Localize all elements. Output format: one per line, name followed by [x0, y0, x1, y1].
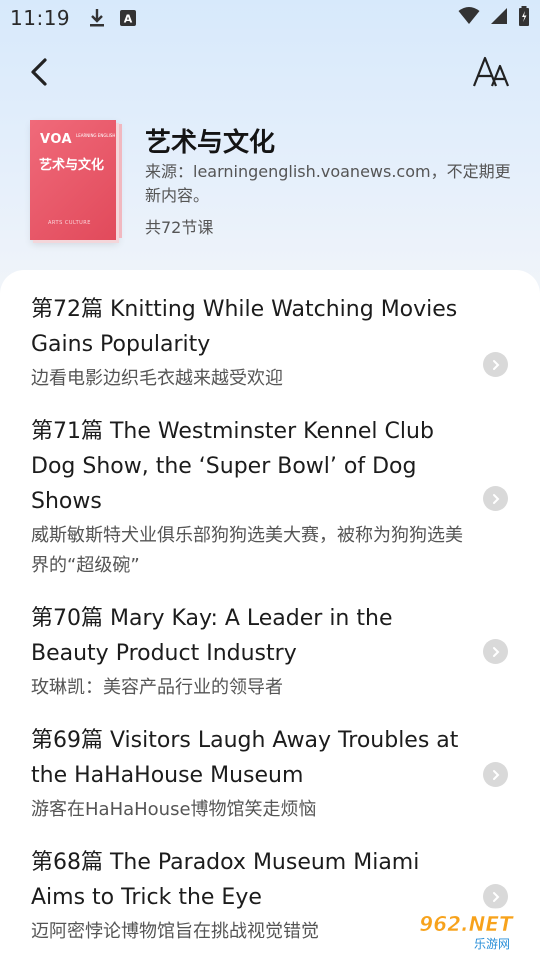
watermark-text: 乐游网: [474, 937, 510, 951]
wifi-icon: [458, 7, 480, 24]
course-title: 艺术与文化: [145, 128, 276, 158]
lesson-title: 第69篇 Visitors Laugh Away Troubles at the…: [31, 728, 459, 788]
lesson-list: 第72篇 Knitting While Watching Movies Gain…: [0, 270, 540, 960]
watermark-logo-text: 962.NET: [419, 912, 514, 936]
download-icon: [90, 9, 105, 27]
chevron-right-icon: [483, 884, 508, 909]
status-bar: 11:19 A: [0, 0, 540, 36]
signal-icon: [491, 8, 507, 24]
chevron-right-icon: [483, 762, 508, 787]
cover-subtitle: ARTS CULTURE: [48, 220, 91, 226]
font-a-icon: A: [120, 10, 137, 26]
lesson-title: 第71篇 The Westminster Kennel Club Dog Sho…: [31, 419, 434, 514]
lesson-item[interactable]: 第70篇 Mary Kay: A Leader in the Beauty Pr…: [31, 601, 511, 703]
lesson-subtitle: 玫琳凯：美容产品行业的领导者: [31, 677, 283, 698]
cover-logo: VOA: [40, 132, 73, 147]
chevron-right-icon: [483, 352, 508, 377]
lesson-subtitle: 威斯敏斯特犬业俱乐部狗狗选美大赛，被称为狗狗选美界的“超级碗”: [31, 525, 463, 576]
lesson-subtitle: 游客在HaHaHouse博物馆笑走烦恼: [31, 799, 317, 820]
lesson-item[interactable]: 第69篇 Visitors Laugh Away Troubles at the…: [31, 723, 511, 825]
battery-icon: [519, 6, 529, 26]
svg-text:A: A: [124, 13, 133, 26]
chevron-right-icon: [483, 639, 508, 664]
watermark-logo: 962.NET 乐游网: [402, 908, 530, 952]
font-size-icon: [472, 56, 510, 87]
cover-title: 艺术与文化: [39, 158, 105, 173]
cover-logo-small: LEARNING ENGLISH: [76, 133, 116, 138]
font-size-button[interactable]: [472, 54, 512, 90]
course-header: VOA LEARNING ENGLISH 艺术与文化 ARTS CULTURE …: [0, 118, 540, 248]
back-button[interactable]: [22, 54, 58, 90]
chevron-left-icon: [31, 58, 47, 86]
course-source: 来源：learningenglish.voanews.com，不定期更新内容。: [145, 162, 511, 205]
top-bar: [0, 48, 540, 98]
status-time: 11:19: [10, 6, 71, 30]
chevron-right-icon: [483, 486, 508, 511]
lesson-subtitle: 边看电影边织毛衣越来越受欢迎: [31, 368, 283, 389]
lesson-title: 第68篇 The Paradox Museum Miami Aims to Tr…: [31, 850, 420, 910]
lesson-item[interactable]: 第72篇 Knitting While Watching Movies Gain…: [31, 292, 511, 394]
lesson-title: 第72篇 Knitting While Watching Movies Gain…: [31, 297, 458, 357]
lesson-title: 第70篇 Mary Kay: A Leader in the Beauty Pr…: [31, 606, 393, 666]
course-cover-image: VOA LEARNING ENGLISH 艺术与文化 ARTS CULTURE: [30, 120, 122, 240]
course-count: 共72节课: [145, 218, 214, 237]
lesson-item[interactable]: 第71篇 The Westminster Kennel Club Dog Sho…: [31, 414, 511, 581]
